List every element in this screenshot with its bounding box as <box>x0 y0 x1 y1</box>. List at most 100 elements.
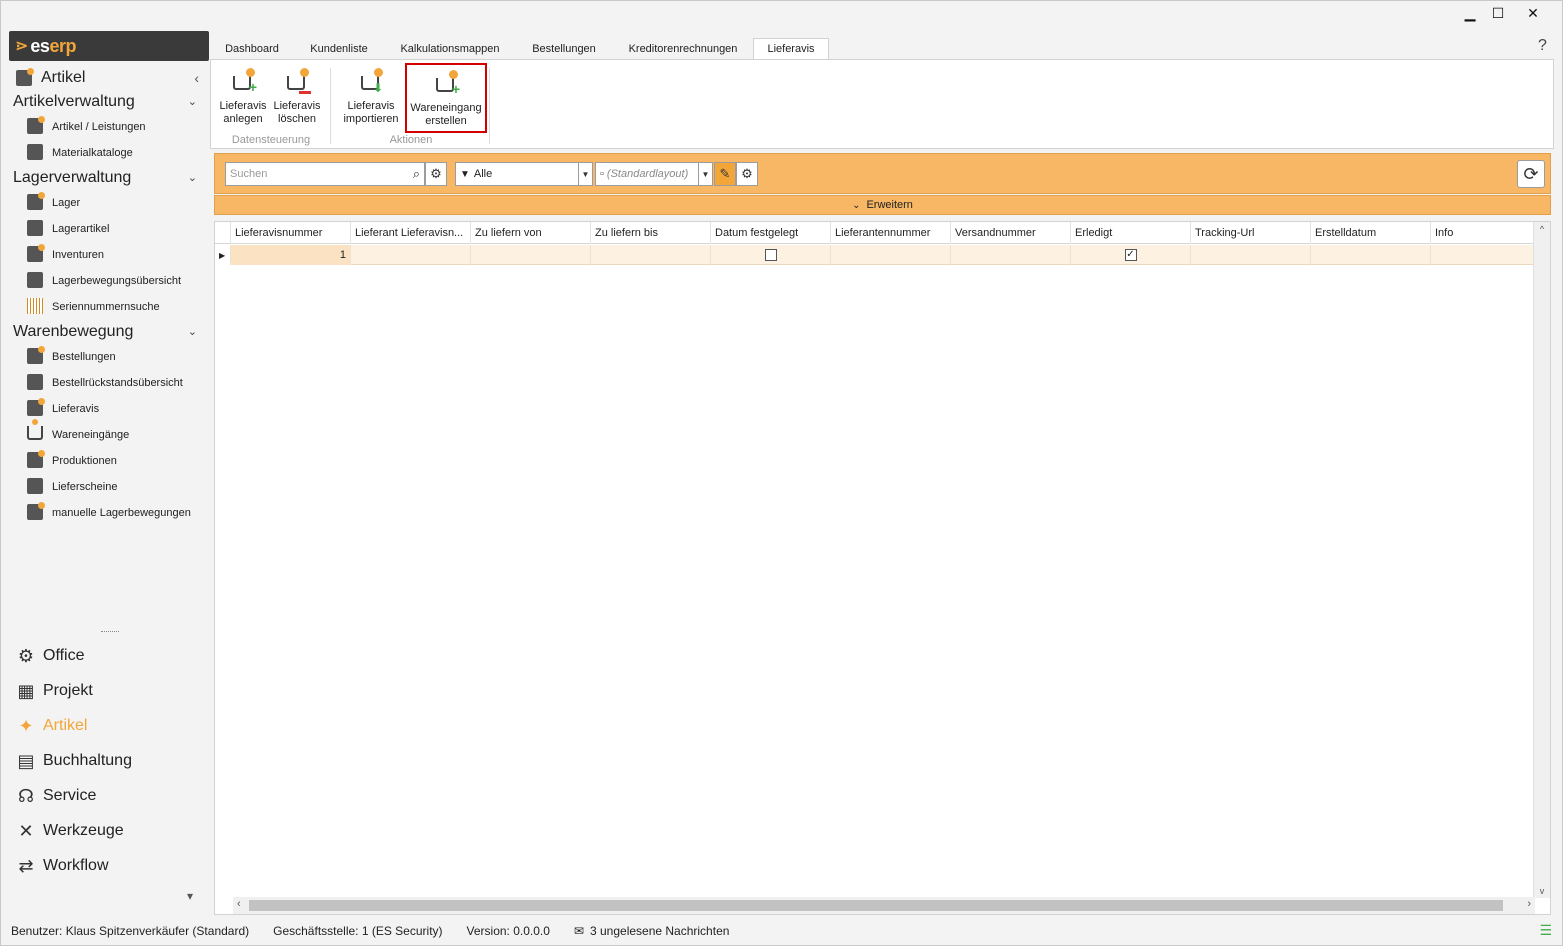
sidebar-item-label: Materialkataloge <box>52 147 133 159</box>
close-button[interactable]: ✕ <box>1516 3 1550 23</box>
chevron-down-icon[interactable]: ⌄ <box>188 95 197 108</box>
help-button[interactable]: ? <box>1538 37 1547 55</box>
refresh-button[interactable]: ⟳ <box>1517 160 1545 188</box>
column-header[interactable]: Lieferavisnummer <box>231 222 351 244</box>
sidebar-group-warenbewegung[interactable]: Warenbewegung ⌄ <box>13 323 201 341</box>
column-header[interactable]: Erledigt <box>1071 222 1191 244</box>
layout-pin-icon[interactable]: ✎ <box>714 162 736 186</box>
module-projekt[interactable]: ▦ Projekt <box>15 679 92 703</box>
tab-kalkulationsmappen[interactable]: Kalkulationsmappen <box>385 38 515 60</box>
search-input[interactable]: Suchen ⌕ <box>225 162 425 186</box>
filter-icon: ▼ <box>460 168 470 180</box>
module-buchhaltung[interactable]: ▤ Buchhaltung <box>15 749 131 773</box>
checkbox[interactable] <box>764 249 777 261</box>
sidebar-item-inventuren[interactable]: Inventuren <box>27 244 104 265</box>
column-header[interactable]: Erstelldatum <box>1311 222 1431 244</box>
sidebar-scroll-down-icon[interactable]: ▾ <box>187 889 193 903</box>
sidebar-group-label: Artikelverwaltung <box>13 93 135 110</box>
tab-kundenliste[interactable]: Kundenliste <box>293 38 385 60</box>
sidebar-item-bestellrückstandsübersicht[interactable]: Bestellrückstandsübersicht <box>27 373 183 393</box>
module-label: Service <box>43 787 97 804</box>
scrollbar-thumb[interactable] <box>249 900 1503 911</box>
sidebar-item-label: Bestellungen <box>52 351 116 363</box>
tab-lieferavis[interactable]: Lieferavis <box>753 38 829 60</box>
lieferavis-import-icon: ⬇ <box>355 66 387 98</box>
module-service[interactable]: ☊ Service <box>15 784 96 808</box>
splitter-handle[interactable] <box>101 631 119 632</box>
lager-icon <box>27 192 45 212</box>
sidebar-item-lager[interactable]: Lager <box>27 192 80 213</box>
sidebar-item-bestellungen[interactable]: Bestellungen <box>27 346 116 367</box>
column-header[interactable]: Lieferant Lieferavisn... <box>351 222 471 244</box>
wareneingang-erstellen-button[interactable]: + Wareneingang erstellen <box>405 63 487 133</box>
sidebar-group-artikelverwaltung[interactable]: Artikelverwaltung ⌄ <box>13 93 201 111</box>
module-label: Office <box>43 647 85 664</box>
column-header[interactable]: Lieferantennummer <box>831 222 951 244</box>
table-cell[interactable]: ✓ <box>1071 245 1191 265</box>
column-header[interactable]: Zu liefern bis <box>591 222 711 244</box>
horizontal-scrollbar[interactable]: ‹ › <box>233 897 1535 914</box>
sidebar-item-label: manuelle Lagerbewegungen <box>52 507 191 519</box>
dropdown-arrow-icon[interactable]: ▼ <box>698 163 712 185</box>
row-indicator-icon[interactable]: ▶ <box>215 245 231 265</box>
chevron-down-icon[interactable]: ⌄ <box>188 325 197 338</box>
sidebar-item-label: Produktionen <box>52 455 117 467</box>
module-office[interactable]: ⚙ Office <box>15 644 85 668</box>
sidebar-item-label: Bestellrückstandsübersicht <box>52 377 183 389</box>
artikel-icon <box>13 68 35 87</box>
inventuren-icon <box>27 244 45 264</box>
module-workflow[interactable]: ⇄ Workflow <box>15 854 108 878</box>
produktionen-icon <box>27 450 45 470</box>
module-artikel[interactable]: ✦ Artikel <box>15 714 87 738</box>
tab-bestellungen[interactable]: Bestellungen <box>515 38 613 60</box>
office-icon: ⚙ <box>17 645 35 666</box>
sidebar-item-lagerbewegungsübersicht[interactable]: Lagerbewegungsübersicht <box>27 271 181 291</box>
layout-select[interactable]: ▫ (Standardlayout) ▼ <box>595 162 713 186</box>
table-cell[interactable] <box>711 245 831 265</box>
expand-label: Erweitern <box>866 199 913 211</box>
status-branch: Geschäftsstelle: 1 (ES Security) <box>273 924 443 938</box>
search-icon[interactable]: ⌕ <box>413 166 420 182</box>
collapse-chevron-icon[interactable]: ‹ <box>194 70 199 86</box>
wareneingänge-icon <box>27 419 45 444</box>
column-header[interactable]: Zu liefern von <box>471 222 591 244</box>
connection-status-icon: ☰ <box>1539 922 1552 938</box>
sidebar-item-wareneingänge[interactable]: Wareneingänge <box>27 419 129 445</box>
column-header[interactable]: Versandnummer <box>951 222 1071 244</box>
checkbox[interactable]: ✓ <box>1124 249 1137 261</box>
sidebar-header-artikel[interactable]: Artikel ‹ <box>13 68 205 87</box>
maximize-button[interactable]: ☐ <box>1481 3 1515 23</box>
sidebar-item-produktionen[interactable]: Produktionen <box>27 450 117 471</box>
column-header[interactable]: Info <box>1431 222 1534 244</box>
sidebar-item-materialkataloge[interactable]: Materialkataloge <box>27 143 133 163</box>
scroll-right-icon[interactable]: › <box>1527 898 1531 910</box>
expand-bar[interactable]: ⌄ Erweitern <box>214 195 1551 215</box>
status-version: Version: 0.0.0.0 <box>466 924 550 938</box>
column-header[interactable]: Tracking-Url <box>1191 222 1311 244</box>
chevron-down-icon[interactable]: ⌄ <box>188 171 197 184</box>
scroll-left-icon[interactable]: ‹ <box>237 898 241 910</box>
dropdown-arrow-icon[interactable]: ▼ <box>578 163 592 185</box>
sidebar-item-artikel-leistungen[interactable]: Artikel / Leistungen <box>27 116 146 137</box>
tab-kreditorenrechnungen[interactable]: Kreditorenrechnungen <box>613 38 753 60</box>
sidebar-item-lieferscheine[interactable]: Lieferscheine <box>27 477 117 497</box>
filter-select[interactable]: ▼ Alle ▼ <box>455 162 593 186</box>
layout-settings-gear-icon[interactable]: ⚙ <box>736 162 758 186</box>
module-werkzeuge[interactable]: ✕ Werkzeuge <box>15 819 123 843</box>
sidebar-item-seriennummernsuche[interactable]: Seriennummernsuche <box>27 297 160 317</box>
table-row[interactable]: ▶ 1 ✓ <box>215 245 1535 265</box>
lieferavis-loeschen-button[interactable]: Lieferavis löschen <box>271 66 323 130</box>
scroll-up-icon[interactable]: ^ <box>1534 224 1550 234</box>
lieferavis-importieren-button[interactable]: ⬇ Lieferavis importieren <box>339 66 403 130</box>
sidebar-item-lieferavis[interactable]: Lieferavis <box>27 398 99 419</box>
scroll-down-icon[interactable]: v <box>1534 886 1550 896</box>
status-messages[interactable]: ✉ 3 ungelesene Nachrichten <box>574 924 730 938</box>
column-header[interactable]: Datum festgelegt <box>711 222 831 244</box>
vertical-scrollbar[interactable]: ^ v <box>1533 222 1550 898</box>
sidebar-item-manuelle-lagerbewegungen[interactable]: manuelle Lagerbewegungen <box>27 502 191 523</box>
sidebar-item-lagerartikel[interactable]: Lagerartikel <box>27 219 109 239</box>
search-settings-gear-icon[interactable]: ⚙ <box>425 162 447 186</box>
lieferavis-anlegen-button[interactable]: + Lieferavis anlegen <box>217 66 269 130</box>
sidebar-group-lagerverwaltung[interactable]: Lagerverwaltung ⌄ <box>13 169 201 187</box>
tab-dashboard[interactable]: Dashboard <box>211 38 293 60</box>
